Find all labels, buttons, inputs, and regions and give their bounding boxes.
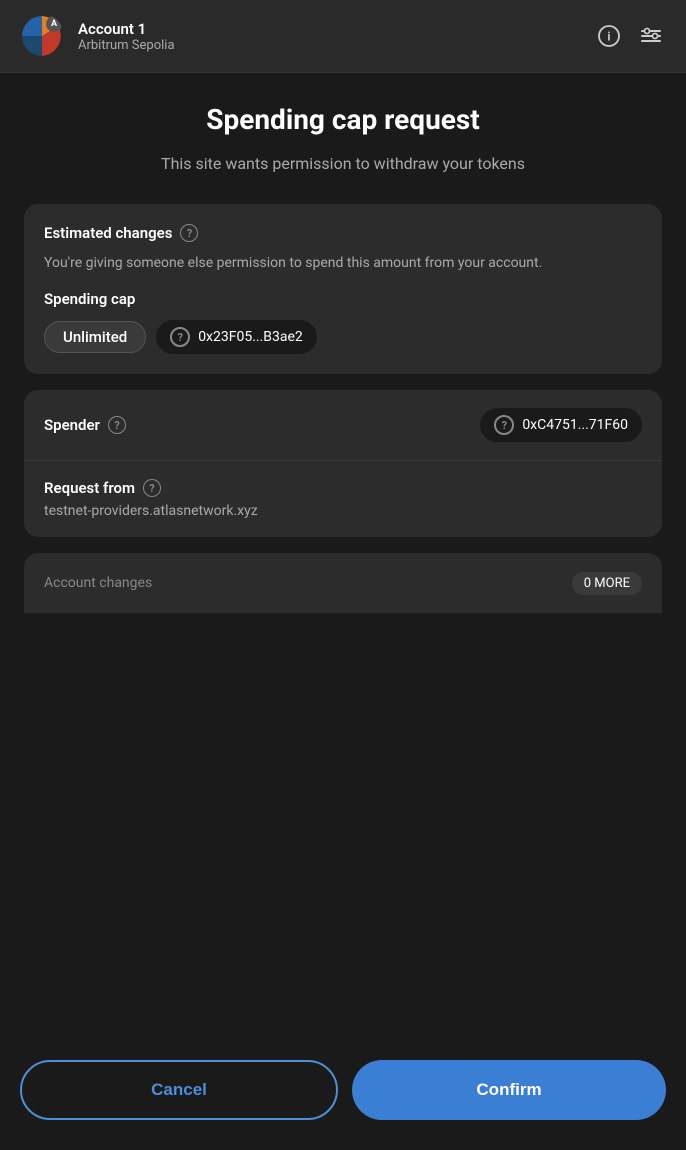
spender-address-help-icon[interactable]: ? (494, 415, 514, 435)
spender-row: Spender ? ? 0xC4751...71F60 (24, 390, 662, 461)
estimated-changes-description: You're giving someone else permission to… (44, 252, 642, 274)
partial-card: Account changes 0 MORE (24, 553, 662, 613)
account-name: Account 1 (78, 20, 580, 38)
main-content: Spending cap request This site wants per… (0, 73, 686, 1044)
estimated-changes-card: Estimated changes ? You're giving someon… (24, 204, 662, 374)
avatar-letter: A (46, 16, 62, 32)
request-from-url: testnet-providers.atlasnetwork.xyz (44, 503, 642, 519)
svg-text:i: i (607, 30, 610, 44)
spender-help-icon[interactable]: ? (108, 416, 126, 434)
spender-card: Spender ? ? 0xC4751...71F60 Request from… (24, 390, 662, 537)
estimated-changes-help-icon[interactable]: ? (180, 224, 198, 242)
cancel-button[interactable]: Cancel (20, 1060, 338, 1120)
partial-card-text: Account changes (44, 575, 152, 591)
footer: Cancel Confirm (0, 1044, 686, 1150)
token-address-badge: ? 0x23F05...B3ae2 (156, 320, 317, 354)
account-info: Account 1 Arbitrum Sepolia (78, 20, 580, 53)
token-address-help-icon[interactable]: ? (170, 327, 190, 347)
spending-cap-row: Unlimited ? 0x23F05...B3ae2 (44, 320, 642, 354)
spender-label: Spender ? (44, 416, 126, 434)
page-subtitle: This site wants permission to withdraw y… (24, 152, 662, 176)
request-from-label: Request from ? (44, 479, 642, 497)
request-from-help-icon[interactable]: ? (143, 479, 161, 497)
amount-badge: Unlimited (44, 321, 146, 353)
request-from-section: Request from ? testnet-providers.atlasne… (24, 461, 662, 537)
info-icon[interactable]: i (594, 21, 624, 51)
spender-address-badge: ? 0xC4751...71F60 (480, 408, 642, 442)
header: A Account 1 Arbitrum Sepolia i (0, 0, 686, 73)
partial-card-badge: 0 MORE (572, 572, 642, 595)
confirm-button[interactable]: Confirm (352, 1060, 666, 1120)
settings-icon[interactable] (636, 21, 666, 51)
avatar[interactable]: A (20, 14, 64, 58)
network-name: Arbitrum Sepolia (78, 38, 580, 53)
header-icons: i (594, 21, 666, 51)
page-title: Spending cap request (24, 103, 662, 136)
estimated-changes-title: Estimated changes ? (44, 224, 642, 242)
spending-cap-label: Spending cap (44, 290, 642, 308)
